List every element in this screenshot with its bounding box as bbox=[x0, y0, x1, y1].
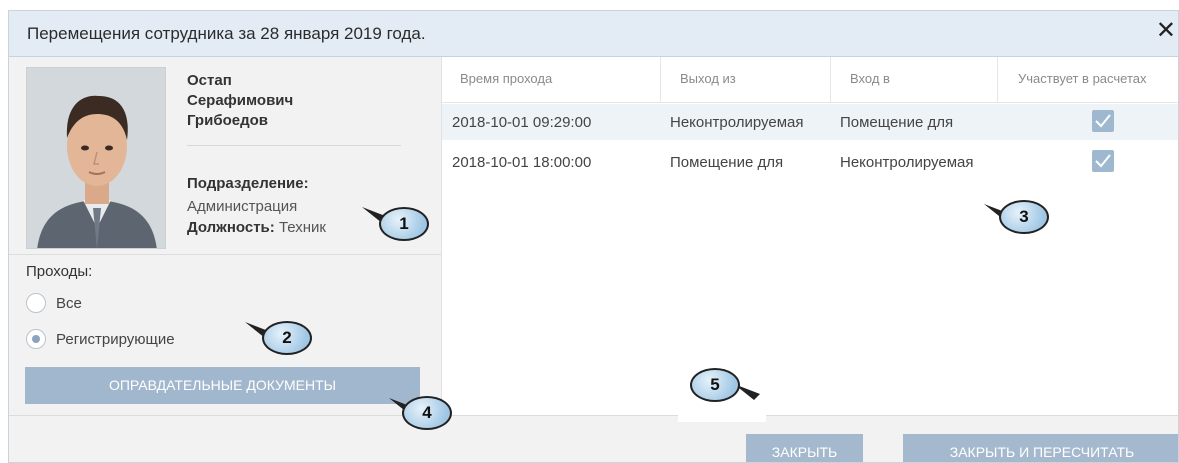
position-row: Должность: Техник bbox=[187, 219, 326, 236]
cell-time: 2018-10-01 18:00:00 bbox=[452, 154, 592, 171]
dialog-header: Перемещения сотрудника за 28 января 2019… bbox=[9, 11, 1178, 57]
radio-all-label: Все bbox=[56, 294, 82, 312]
checkmark-icon bbox=[1095, 114, 1111, 128]
close-icon[interactable]: ✕ bbox=[1156, 19, 1176, 43]
dialog-title: Перемещения сотрудника за 28 января 2019… bbox=[27, 24, 426, 43]
cell-exit: Неконтролируемая bbox=[670, 114, 804, 131]
close-button[interactable]: ЗАКРЫТЬ bbox=[746, 434, 863, 462]
cell-entry: Неконтролируемая bbox=[840, 154, 974, 171]
employee-middle-name: Серафимович bbox=[187, 92, 294, 109]
employee-panel: Остап Серафимович Грибоедов Подразделени… bbox=[9, 57, 441, 405]
radio-registering-label: Регистрирующие bbox=[56, 330, 175, 348]
radio-registering[interactable]: Регистрирующие bbox=[26, 329, 175, 349]
name-divider bbox=[187, 145, 401, 146]
table-header: Время прохода Выход из Вход в Участвует … bbox=[442, 57, 1178, 103]
table-row[interactable]: 2018-10-01 18:00:00 Помещение для Неконт… bbox=[442, 144, 1178, 180]
radio-registering-button[interactable] bbox=[26, 329, 46, 349]
table-row[interactable]: 2018-10-01 09:29:00 Неконтролируемая Пом… bbox=[442, 104, 1178, 140]
callout-5: 5 bbox=[690, 368, 740, 402]
department-label: Подразделение: bbox=[187, 175, 309, 192]
cell-exit: Помещение для bbox=[670, 154, 784, 171]
column-header-exit[interactable]: Выход из bbox=[680, 71, 736, 86]
employee-first-name: Остап bbox=[187, 72, 232, 89]
counted-checkbox[interactable] bbox=[1092, 150, 1114, 172]
position-value: Техник bbox=[278, 219, 326, 236]
column-divider bbox=[997, 57, 998, 103]
position-label: Должность: bbox=[187, 219, 275, 236]
radio-all-button[interactable] bbox=[26, 293, 46, 313]
column-header-time[interactable]: Время прохода bbox=[460, 71, 552, 86]
column-divider bbox=[830, 57, 831, 103]
column-header-entry[interactable]: Вход в bbox=[850, 71, 890, 86]
employee-movements-dialog: Перемещения сотрудника за 28 января 2019… bbox=[8, 10, 1179, 463]
cell-time: 2018-10-01 09:29:00 bbox=[452, 114, 592, 131]
passes-table: Время прохода Выход из Вход в Участвует … bbox=[441, 57, 1178, 415]
passes-filter-label: Проходы: bbox=[26, 263, 93, 280]
callout-3: 3 bbox=[999, 200, 1049, 234]
cell-entry: Помещение для bbox=[840, 114, 954, 131]
employee-photo bbox=[26, 67, 166, 249]
callout-4: 4 bbox=[402, 396, 452, 430]
counted-checkbox[interactable] bbox=[1092, 110, 1114, 132]
column-divider bbox=[660, 57, 661, 103]
callout-2: 2 bbox=[262, 321, 312, 355]
radio-all[interactable]: Все bbox=[26, 293, 82, 313]
employee-last-name: Грибоедов bbox=[187, 112, 268, 129]
employee-name: Остап Серафимович Грибоедов bbox=[187, 71, 397, 131]
dialog-footer: ЗАКРЫТЬ ЗАКРЫТЬ И ПЕРЕСЧИТАТЬ bbox=[9, 415, 1178, 462]
panel-divider bbox=[9, 254, 441, 255]
justification-documents-button[interactable]: ОПРАВДАТЕЛЬНЫЕ ДОКУМЕНТЫ bbox=[25, 367, 420, 404]
checkmark-icon bbox=[1095, 154, 1111, 168]
close-and-recalculate-button[interactable]: ЗАКРЫТЬ И ПЕРЕСЧИТАТЬ bbox=[903, 434, 1178, 462]
department-value: Администрация bbox=[187, 198, 298, 215]
callout-1: 1 bbox=[379, 207, 429, 241]
column-header-counted[interactable]: Участвует в расчетах bbox=[1018, 71, 1147, 86]
